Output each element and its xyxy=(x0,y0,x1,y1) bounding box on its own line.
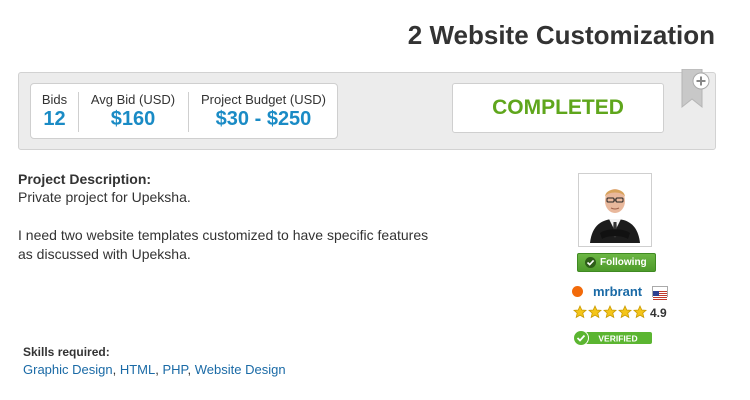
verified-label: VERIFIED xyxy=(598,334,637,344)
star-icon xyxy=(573,305,587,319)
skills-heading: Skills required: xyxy=(23,345,110,359)
project-title: 2 Website Customization xyxy=(407,20,715,50)
description-line: as discussed with Upeksha. xyxy=(18,246,191,262)
bids-value: 12 xyxy=(43,108,66,130)
bids-stat: Bids 12 xyxy=(31,84,78,140)
skill-link[interactable]: PHP xyxy=(162,362,187,377)
employer-username-link[interactable]: mrbrant xyxy=(593,284,642,299)
description-heading: Project Description: xyxy=(18,171,152,187)
budget-label: Project Budget (USD) xyxy=(201,92,326,107)
bids-label: Bids xyxy=(41,92,68,107)
star-icon xyxy=(603,305,617,319)
skill-link[interactable]: HTML xyxy=(120,362,155,377)
rating-value: 4.9 xyxy=(650,306,667,320)
bid-stats-box: Bids 12 Avg Bid (USD) $160 Project Budge… xyxy=(30,83,338,139)
us-flag-icon xyxy=(652,286,668,300)
verified-badge-icon: VERIFIED xyxy=(573,330,653,346)
following-label: Following xyxy=(600,257,647,268)
budget-stat: Project Budget (USD) $30 - $250 xyxy=(188,84,339,140)
star-icon xyxy=(618,305,632,319)
bookmark-add-icon[interactable] xyxy=(680,68,710,111)
star-icon xyxy=(588,305,602,319)
check-icon xyxy=(585,257,596,268)
avatar[interactable] xyxy=(578,173,652,247)
description-line: Private project for Upeksha. xyxy=(18,189,191,205)
online-status-icon xyxy=(572,286,583,297)
skill-link[interactable]: Website Design xyxy=(195,362,286,377)
skills-list: Graphic Design, HTML, PHP, Website Desig… xyxy=(23,362,286,377)
following-button[interactable]: Following xyxy=(577,253,656,272)
avg-bid-label: Avg Bid (USD) xyxy=(90,92,176,107)
budget-value: $30 - $250 xyxy=(215,108,312,130)
description-line: I need two website templates customized … xyxy=(18,227,429,243)
status-badge: COMPLETED xyxy=(452,83,664,133)
project-stats-panel: Bids 12 Avg Bid (USD) $160 Project Budge… xyxy=(18,68,716,150)
skill-link[interactable]: Graphic Design xyxy=(23,362,113,377)
avg-bid-value: $160 xyxy=(110,108,156,130)
avg-bid-stat: Avg Bid (USD) $160 xyxy=(78,84,188,140)
star-icon xyxy=(633,305,647,319)
